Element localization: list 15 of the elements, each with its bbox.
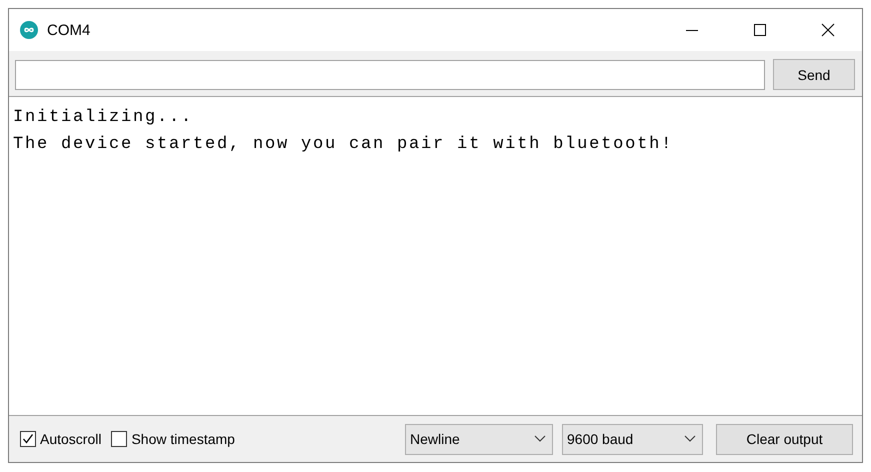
chevron-down-icon [684, 435, 696, 443]
window-title: COM4 [47, 22, 92, 38]
checkbox-label: Show timestamp [131, 431, 235, 447]
chevron-down-icon [534, 435, 546, 443]
checkbox-label: Autoscroll [40, 431, 102, 447]
dropdown[interactable]: 9600 baud [562, 424, 703, 454]
message-input-field[interactable] [15, 60, 765, 90]
output-line: Initializing... [13, 107, 194, 129]
clear-output-button[interactable]: Clear output [716, 424, 853, 454]
dropdown[interactable]: Newline [405, 424, 553, 454]
send-button[interactable]: Send [773, 59, 855, 90]
checkbox[interactable] [111, 431, 128, 447]
output-line: The device started, now you can pair it with bluetooth! [13, 134, 674, 156]
checkbox[interactable] [20, 431, 36, 447]
infinity-logo-icon [20, 21, 38, 39]
